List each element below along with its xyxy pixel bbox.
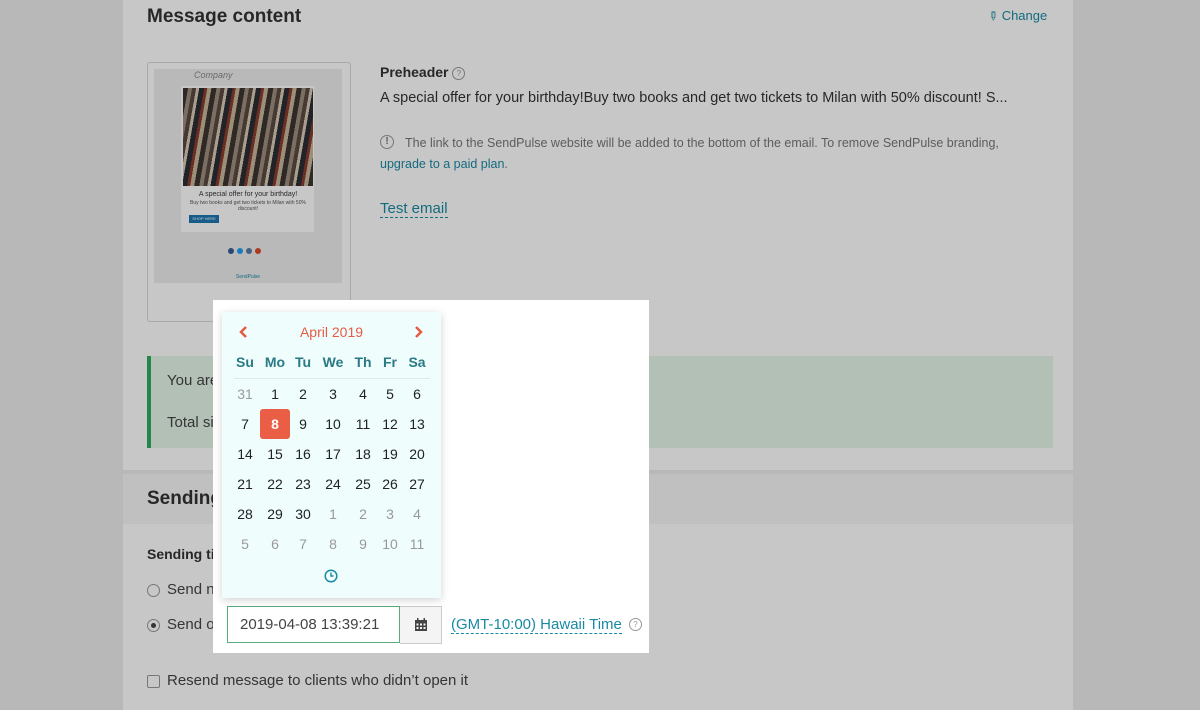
calendar-day[interactable]: 4: [348, 379, 378, 409]
timezone-help-icon[interactable]: ?: [629, 618, 642, 631]
weekday-su: Su: [236, 354, 254, 370]
calendar-day[interactable]: 10: [375, 529, 405, 559]
calendar-day[interactable]: 24: [318, 469, 348, 499]
timezone-link[interactable]: (GMT-10:00) Hawaii Time: [451, 617, 622, 634]
calendar-day[interactable]: 8: [318, 529, 348, 559]
calendar-day[interactable]: 8: [260, 409, 290, 439]
date-picker: April 2019 Su Mo Tu We Th Fr Sa 31 1 2 3 4 5 6 7 8 9 10 1…: [222, 312, 441, 598]
clock-icon: [324, 569, 338, 583]
calendar-day[interactable]: 6: [402, 379, 432, 409]
calendar-day[interactable]: 15: [260, 439, 290, 469]
weekday-we: We: [322, 354, 344, 370]
calendar-day[interactable]: 16: [288, 439, 318, 469]
calendar-day[interactable]: 13: [402, 409, 432, 439]
calendar-day[interactable]: 21: [230, 469, 260, 499]
calendar-button[interactable]: [400, 606, 442, 644]
calendar-day[interactable]: 7: [288, 529, 318, 559]
calendar-day[interactable]: 6: [260, 529, 290, 559]
calendar-day[interactable]: 19: [375, 439, 405, 469]
calendar-day[interactable]: 18: [348, 439, 378, 469]
calendar-icon: [415, 618, 427, 631]
weekday-th: Th: [354, 354, 372, 370]
calendar-day[interactable]: 17: [318, 439, 348, 469]
calendar-day[interactable]: 25: [348, 469, 378, 499]
calendar-day[interactable]: 2: [288, 379, 318, 409]
weekday-sa: Sa: [408, 354, 426, 370]
calendar-day[interactable]: 11: [348, 409, 378, 439]
calendar-day[interactable]: 7: [230, 409, 260, 439]
dim-overlay-top: [0, 0, 1200, 300]
time-picker-toggle[interactable]: [324, 569, 338, 583]
weekday-tu: Tu: [294, 354, 312, 370]
dim-overlay-left: [0, 300, 213, 653]
calendar-day[interactable]: 31: [230, 379, 260, 409]
dim-overlay-right: [649, 300, 1200, 653]
calendar-day[interactable]: 9: [288, 409, 318, 439]
calendar-day[interactable]: 29: [260, 499, 290, 529]
calendar-day[interactable]: 26: [375, 469, 405, 499]
calendar-day[interactable]: 12: [375, 409, 405, 439]
calendar-day[interactable]: 5: [230, 529, 260, 559]
calendar-day[interactable]: 10: [318, 409, 348, 439]
calendar-day[interactable]: 14: [230, 439, 260, 469]
calendar-day[interactable]: 28: [230, 499, 260, 529]
weekday-mo: Mo: [264, 354, 286, 370]
calendar-day[interactable]: 9: [348, 529, 378, 559]
calendar-day[interactable]: 1: [318, 499, 348, 529]
calendar-day[interactable]: 3: [375, 499, 405, 529]
calendar-day[interactable]: 3: [318, 379, 348, 409]
calendar-day[interactable]: 22: [260, 469, 290, 499]
chevron-right-icon: [415, 326, 423, 338]
datetime-input[interactable]: 2019-04-08 13:39:21: [227, 606, 400, 643]
dim-overlay-bottom: [0, 653, 1200, 710]
calendar-day[interactable]: 5: [375, 379, 405, 409]
calendar-day[interactable]: 11: [402, 529, 432, 559]
next-month-button[interactable]: [408, 322, 428, 342]
calendar-day[interactable]: 1: [260, 379, 290, 409]
calendar-day[interactable]: 4: [402, 499, 432, 529]
calendar-day[interactable]: 30: [288, 499, 318, 529]
calendar-day[interactable]: 23: [288, 469, 318, 499]
calendar-day[interactable]: 20: [402, 439, 432, 469]
weekday-fr: Fr: [383, 354, 397, 370]
calendar-day[interactable]: 2: [348, 499, 378, 529]
calendar-day[interactable]: 27: [402, 469, 432, 499]
